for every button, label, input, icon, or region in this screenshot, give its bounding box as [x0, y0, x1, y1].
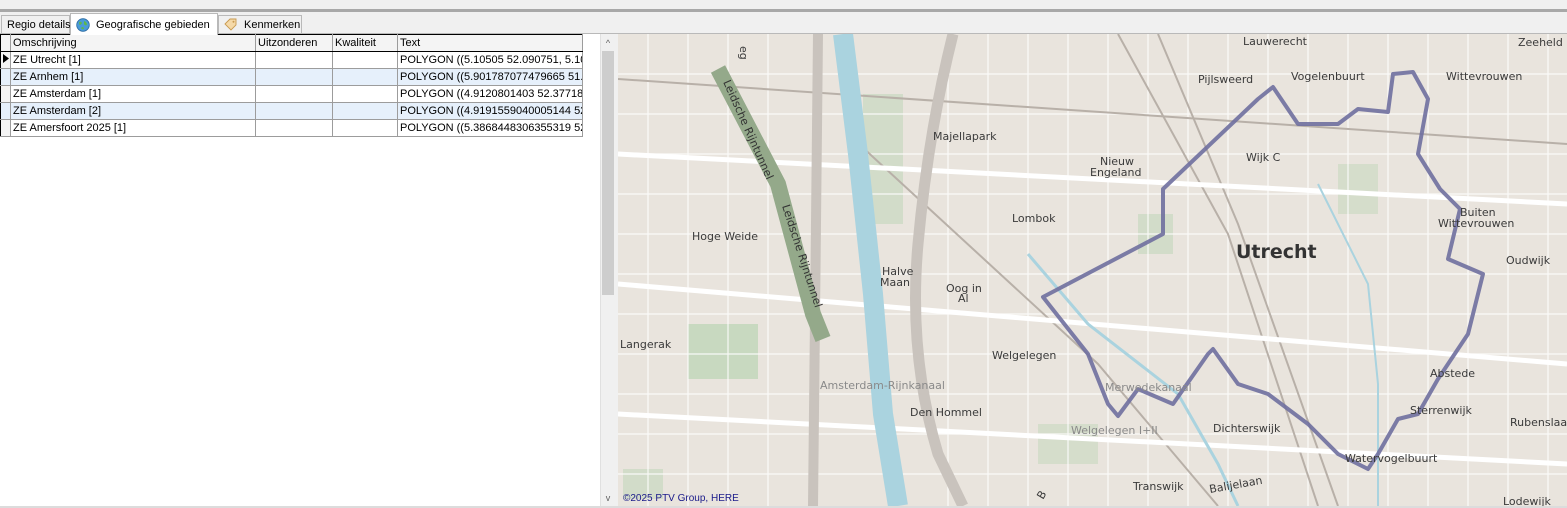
globe-icon	[76, 17, 90, 32]
cell-kwaliteit[interactable]	[332, 68, 398, 86]
svg-text:Majellapark: Majellapark	[933, 130, 997, 143]
svg-text:Rubenslaa: Rubenslaa	[1510, 416, 1567, 429]
column-header-uitzonderen[interactable]: Uitzonderen	[255, 34, 333, 52]
row-header[interactable]	[0, 68, 11, 86]
cell-kwaliteit[interactable]	[332, 102, 398, 120]
current-row-arrow-icon	[2, 54, 9, 63]
tab-label: Geografische gebieden	[96, 18, 210, 31]
cell-kwaliteit[interactable]	[332, 119, 398, 137]
svg-text:Engeland: Engeland	[1090, 166, 1141, 179]
svg-text:Dichterswijk: Dichterswijk	[1213, 422, 1281, 435]
column-header-text[interactable]: Text	[397, 34, 583, 52]
column-header-kwaliteit[interactable]: Kwaliteit	[332, 34, 398, 52]
row-header[interactable]	[0, 85, 11, 103]
grid-header-row: Omschrijving Uitzonderen Kwaliteit Text	[0, 34, 583, 52]
tab-strip: Regio details Geografische gebieden Kenm…	[0, 12, 1567, 35]
svg-text:Welgelegen: Welgelegen	[992, 349, 1056, 362]
cell-kwaliteit[interactable]	[332, 85, 398, 103]
cell-uitzonderen[interactable]	[255, 68, 333, 86]
svg-text:Amsterdam-Rijnkanaal: Amsterdam-Rijnkanaal	[820, 379, 945, 392]
row-header-current[interactable]	[0, 51, 11, 69]
cell-text[interactable]: POLYGON ((5.901787077479665 51.9	[397, 68, 583, 86]
row-header-corner	[0, 34, 11, 52]
column-header-omschrijving[interactable]: Omschrijving	[10, 34, 256, 52]
svg-text:Wittevrouwen: Wittevrouwen	[1438, 217, 1514, 230]
cell-text[interactable]: POLYGON ((4.9191559040005144 52	[397, 102, 583, 120]
cell-uitzonderen[interactable]	[255, 119, 333, 137]
scrollbar-thumb[interactable]	[602, 51, 614, 295]
svg-text:Wijk C: Wijk C	[1246, 151, 1281, 164]
cell-text[interactable]: POLYGON ((4.9120801403 52.377183	[397, 85, 583, 103]
svg-text:Welgelegen I+II: Welgelegen I+II	[1071, 424, 1158, 437]
svg-text:Al: Al	[958, 292, 969, 305]
scroll-up-arrow-icon[interactable]: ^	[601, 36, 615, 50]
svg-text:Pijlsweerd: Pijlsweerd	[1198, 73, 1253, 86]
scroll-down-arrow-icon[interactable]: v	[601, 491, 615, 505]
row-header[interactable]	[0, 119, 11, 137]
map-attribution: ©2025 PTV Group, HERE	[623, 493, 739, 504]
cell-uitzonderen[interactable]	[255, 51, 333, 69]
svg-text:Hoge Weide: Hoge Weide	[692, 230, 758, 243]
svg-text:eg: eg	[737, 46, 750, 60]
svg-text:Sterrenwijk: Sterrenwijk	[1410, 404, 1473, 417]
cell-uitzonderen[interactable]	[255, 85, 333, 103]
svg-text:Vogelenbuurt: Vogelenbuurt	[1291, 70, 1365, 83]
row-header[interactable]	[0, 102, 11, 120]
svg-text:Lodewijk: Lodewijk	[1503, 495, 1552, 506]
svg-text:Lombok: Lombok	[1012, 212, 1056, 225]
table-row[interactable]: ZE Utrecht [1] POLYGON ((5.10505 52.0907…	[0, 51, 583, 69]
cell-omschrijving[interactable]: ZE Utrecht [1]	[10, 51, 256, 69]
table-row[interactable]: ZE Arnhem [1] POLYGON ((5.90178707747966…	[0, 68, 583, 86]
svg-text:Transwijk: Transwijk	[1132, 480, 1184, 493]
svg-text:Langerak: Langerak	[620, 338, 672, 351]
cell-uitzonderen[interactable]	[255, 102, 333, 120]
svg-text:Maan: Maan	[880, 276, 910, 289]
table-row[interactable]: ZE Amersfoort 2025 [1] POLYGON ((5.38684…	[0, 119, 583, 137]
tag-icon	[224, 18, 238, 32]
svg-text:Watervogelbuurt: Watervogelbuurt	[1345, 452, 1438, 465]
cell-omschrijving[interactable]: ZE Amersfoort 2025 [1]	[10, 119, 256, 137]
tab-geografische-gebieden[interactable]: Geografische gebieden	[70, 13, 218, 35]
svg-text:Oudwijk: Oudwijk	[1506, 254, 1551, 267]
map-view[interactable]: Lauwerecht Zeeheld Pijlsweerd Vogelenbuu…	[618, 34, 1567, 506]
svg-text:Den Hommel: Den Hommel	[910, 406, 982, 419]
svg-text:Abstede: Abstede	[1430, 367, 1475, 380]
cell-text[interactable]: POLYGON ((5.10505 52.090751, 5.10	[397, 51, 583, 69]
tab-regio-details[interactable]: Regio details	[1, 15, 71, 34]
svg-text:Zeeheld: Zeeheld	[1518, 36, 1563, 49]
city-label-utrecht: Utrecht	[1236, 241, 1317, 263]
table-row[interactable]: ZE Amsterdam [1] POLYGON ((4.9120801403 …	[0, 85, 583, 103]
tab-label: Regio details	[7, 19, 71, 31]
regions-grid: Omschrijving Uitzonderen Kwaliteit Text …	[0, 34, 583, 137]
cell-kwaliteit[interactable]	[332, 51, 398, 69]
geografische-gebieden-grid-pane: Omschrijving Uitzonderen Kwaliteit Text …	[0, 34, 600, 508]
cell-text[interactable]: POLYGON ((5.3868448306355319 52	[397, 119, 583, 137]
cell-omschrijving[interactable]: ZE Arnhem [1]	[10, 68, 256, 86]
vertical-scrollbar[interactable]: ^ v	[600, 34, 615, 508]
cell-omschrijving[interactable]: ZE Amsterdam [1]	[10, 85, 256, 103]
tab-kenmerken[interactable]: Kenmerken	[218, 15, 302, 34]
table-row[interactable]: ZE Amsterdam [2] POLYGON ((4.91915590400…	[0, 102, 583, 120]
tab-label: Kenmerken	[244, 19, 301, 31]
cell-omschrijving[interactable]: ZE Amsterdam [2]	[10, 102, 256, 120]
svg-text:Lauwerecht: Lauwerecht	[1243, 35, 1308, 48]
svg-text:Merwedekanaal: Merwedekanaal	[1105, 381, 1192, 394]
map-canvas[interactable]: Lauwerecht Zeeheld Pijlsweerd Vogelenbuu…	[618, 34, 1567, 506]
svg-text:Wittevrouwen: Wittevrouwen	[1446, 70, 1522, 83]
